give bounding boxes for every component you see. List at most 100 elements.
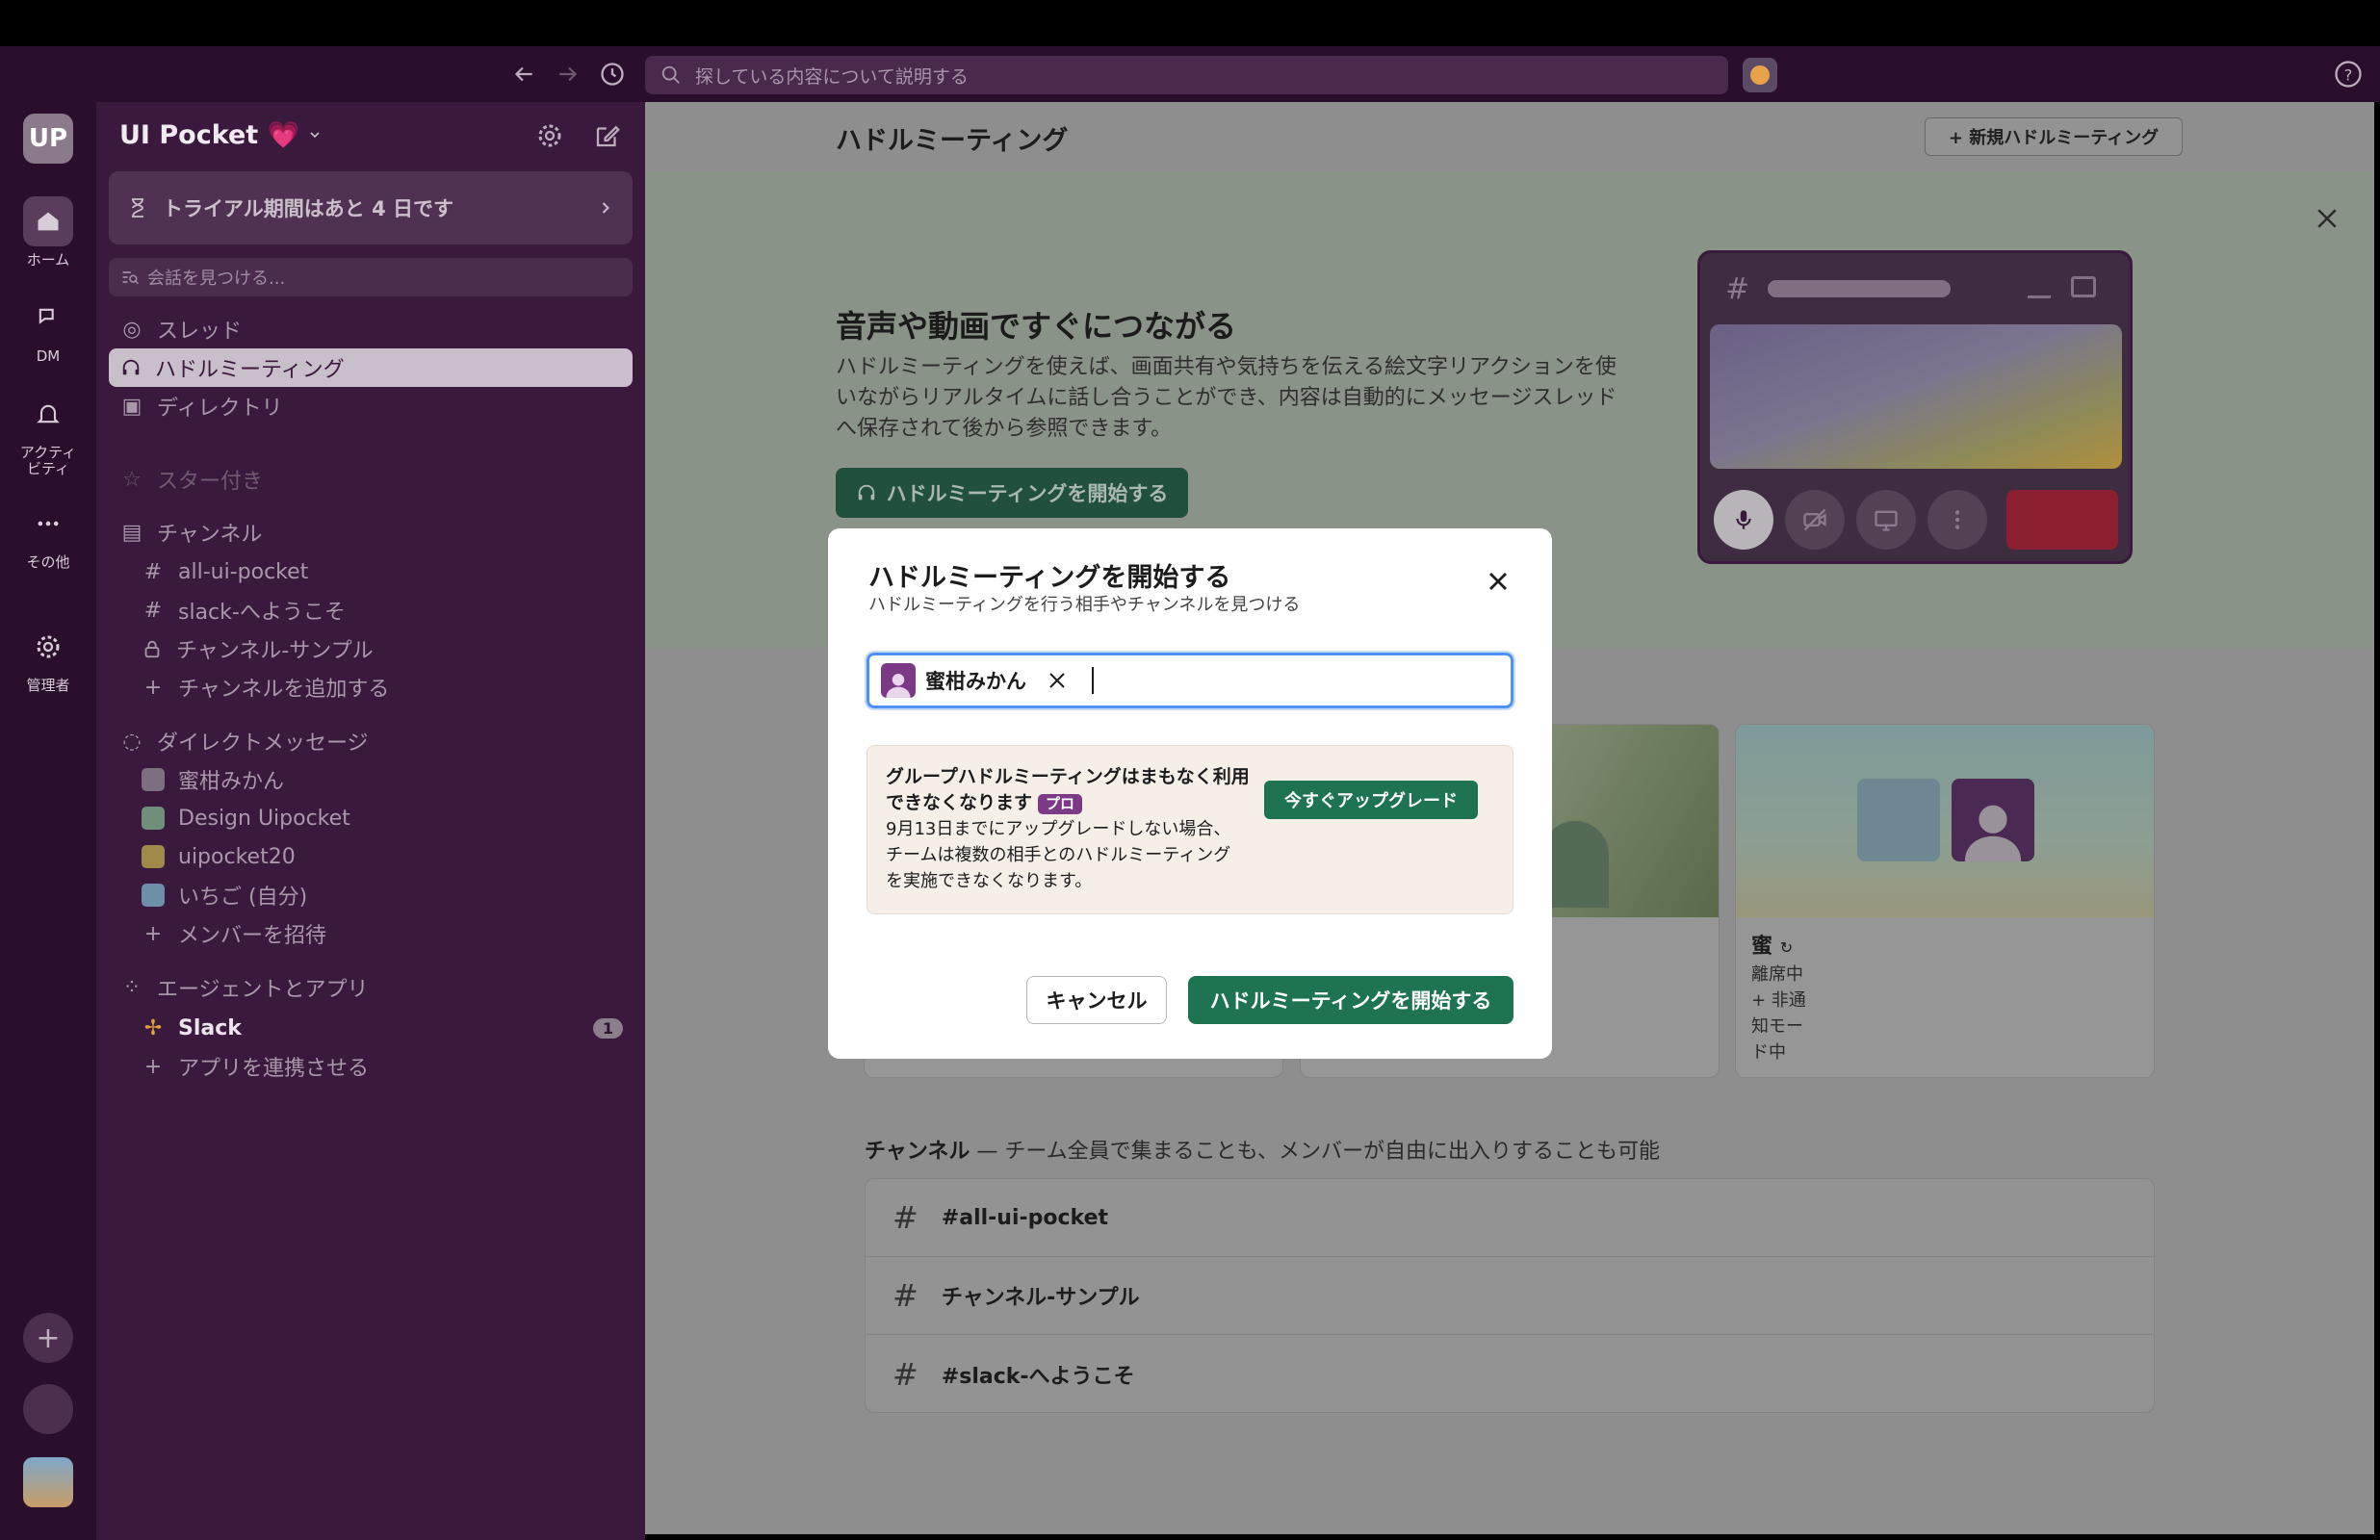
- status-line: + 非通: [1751, 990, 1806, 1011]
- member-name-label: 蜜: [1751, 935, 1773, 959]
- minimize-icon: [2028, 295, 2051, 298]
- search-bar[interactable]: 探している内容について説明する: [645, 56, 1728, 94]
- hash-icon: #: [892, 1199, 918, 1236]
- invite-member-button[interactable]: + メンバーを招待: [109, 914, 633, 953]
- bell-icon: [23, 389, 73, 439]
- hash-icon: #: [143, 559, 163, 584]
- banner-close-button[interactable]: [2313, 204, 2341, 233]
- sidebar-channel[interactable]: # all-ui-pocket: [109, 552, 633, 591]
- sidebar-item-directory[interactable]: ▣ ディレクトリ: [109, 387, 633, 425]
- headphones-icon: [122, 359, 140, 375]
- sidebar-channel[interactable]: チャンネル-サンプル: [109, 629, 633, 668]
- sidebar-channel[interactable]: # slack-へようこそ: [109, 591, 633, 629]
- settings-button[interactable]: [535, 121, 564, 150]
- forward-button[interactable]: [549, 55, 587, 93]
- section-label: エージェントとアプリ: [157, 978, 369, 1002]
- rail-home[interactable]: ホーム: [0, 196, 96, 269]
- pro-badge: プロ: [1038, 794, 1083, 814]
- workspace-icon[interactable]: UP: [23, 114, 73, 164]
- moon-icon: [41, 1400, 51, 1418]
- directory-icon: ▣: [121, 394, 142, 419]
- sidebar-item-huddles[interactable]: ハドルミーティング: [109, 348, 633, 387]
- sidebar-section-apps[interactable]: ⁘ エージェントとアプリ: [109, 968, 633, 1007]
- unread-badge: 1: [592, 1017, 623, 1039]
- channel-section-icon: ▤: [121, 520, 142, 545]
- rail-activity-label: アクティビティ: [19, 444, 77, 477]
- add-workspace-button[interactable]: +: [23, 1313, 73, 1363]
- sidebar-section-dms[interactable]: ◌ ダイレクトメッセージ: [109, 722, 633, 760]
- find-conversation-input[interactable]: 会話を見つける...: [109, 258, 633, 296]
- help-button[interactable]: ?: [2334, 60, 2363, 89]
- ai-avatar[interactable]: [1743, 58, 1777, 92]
- window-top-strip: [0, 0, 2380, 46]
- hash-icon: #: [892, 1277, 918, 1314]
- notice-title: グループハドルミーティングはまもなく利用できなくなります プロ: [886, 764, 1252, 816]
- channel-row[interactable]: # チャンネル-サンプル: [866, 1257, 2154, 1335]
- back-button[interactable]: [504, 55, 543, 93]
- sidebar-dm[interactable]: 蜜柑みかん: [109, 760, 633, 799]
- page-title: ハドルミーティング: [836, 126, 1069, 156]
- status-line: ド中: [1751, 1042, 1786, 1063]
- rail-dm[interactable]: DM: [0, 293, 96, 365]
- history-button[interactable]: [593, 55, 632, 93]
- dm-label: Design Uipocket: [178, 806, 350, 831]
- theme-toggle-button[interactable]: [23, 1384, 73, 1434]
- workspace-name[interactable]: UI Pocket 💗: [119, 119, 323, 150]
- member-name: 蜜 ↻: [1751, 929, 1793, 960]
- connect-app-button[interactable]: + アプリを連携させる: [109, 1047, 633, 1086]
- avatar: [142, 768, 165, 791]
- hash-icon: #: [143, 598, 163, 623]
- channel-row[interactable]: # #slack-へようこそ: [866, 1335, 2154, 1413]
- channels-heading-bold: チャンネル: [865, 1140, 970, 1164]
- dm-section-icon: ◌: [122, 729, 142, 754]
- rail-more[interactable]: その他: [0, 499, 96, 571]
- close-icon: [1489, 573, 1507, 590]
- star-icon: ☆: [122, 467, 142, 492]
- rail-admin[interactable]: 管理者: [0, 622, 96, 694]
- dm-label: uipocket20: [178, 844, 296, 869]
- sidebar-app-slack[interactable]: ✢ Slack 1: [109, 1009, 633, 1047]
- sidebar-item-threads[interactable]: ◎ スレッド: [109, 310, 633, 348]
- channel-label: slack-へようこそ: [178, 601, 346, 625]
- lock-icon: [144, 640, 160, 658]
- avatar: [881, 663, 916, 698]
- trial-text: トライアル期間はあと 4 日です: [163, 197, 454, 220]
- new-huddle-button[interactable]: + 新規ハドルミーティング: [1925, 117, 2183, 156]
- avatar: [142, 807, 165, 830]
- trial-banner[interactable]: トライアル期間はあと 4 日です: [109, 171, 633, 244]
- sidebar-dm[interactable]: いちご (自分): [109, 876, 633, 914]
- hash-icon: #: [892, 1355, 918, 1393]
- status-line: 知モー: [1751, 1016, 1803, 1037]
- member-card[interactable]: 蜜 ↻ 離席中 + 非通 知モー ド中: [1735, 724, 2155, 1078]
- banner-start-huddle-button[interactable]: ハドルミーティングを開始する: [836, 468, 1188, 518]
- svg-text:?: ?: [2344, 65, 2353, 84]
- sidebar-section-starred[interactable]: ☆ スター付き: [109, 460, 633, 499]
- member-status: 離席中 + 非通 知モー ド中: [1751, 962, 1806, 1065]
- compose-button[interactable]: [593, 121, 622, 150]
- notice-text: 9月13日までにアップグレードしない場合、チームは複数の相手とのハドルミーティン…: [886, 819, 1231, 891]
- cancel-button[interactable]: キャンセル: [1026, 976, 1167, 1024]
- rail-activity[interactable]: アクティビティ: [0, 389, 96, 477]
- remove-recipient-button[interactable]: [1046, 669, 1069, 692]
- recipient-input[interactable]: 蜜柑みかん: [867, 653, 1513, 708]
- sidebar-section-channels[interactable]: ▤ チャンネル: [109, 513, 633, 552]
- search-placeholder: 探している内容について説明する: [695, 65, 969, 88]
- add-channel-button[interactable]: + チャンネルを追加する: [109, 668, 633, 706]
- channel-row[interactable]: # #all-ui-pocket: [866, 1179, 2154, 1257]
- compose-icon: [596, 125, 620, 147]
- start-huddle-button[interactable]: ハドルミーティングを開始する: [1188, 976, 1513, 1024]
- close-icon: [2317, 209, 2337, 228]
- upgrade-button[interactable]: 今すぐアップグレード: [1264, 781, 1478, 819]
- sidebar-dm[interactable]: uipocket20: [109, 837, 633, 876]
- start-label: ハドルミーティングを開始する: [886, 482, 1169, 505]
- section-label: ダイレクトメッセージ: [157, 732, 369, 756]
- leave-icon: [2006, 490, 2118, 550]
- apps-icon: ⁘: [122, 975, 142, 1000]
- sidebar-item-label: ディレクトリ: [157, 397, 283, 421]
- plus-icon: +: [143, 921, 163, 946]
- workspace-name-label: UI Pocket 💗: [119, 120, 300, 150]
- dialog-close-button[interactable]: [1483, 566, 1513, 597]
- home-icon: [23, 196, 73, 246]
- user-avatar[interactable]: [23, 1457, 73, 1507]
- sidebar-dm[interactable]: Design Uipocket: [109, 799, 633, 837]
